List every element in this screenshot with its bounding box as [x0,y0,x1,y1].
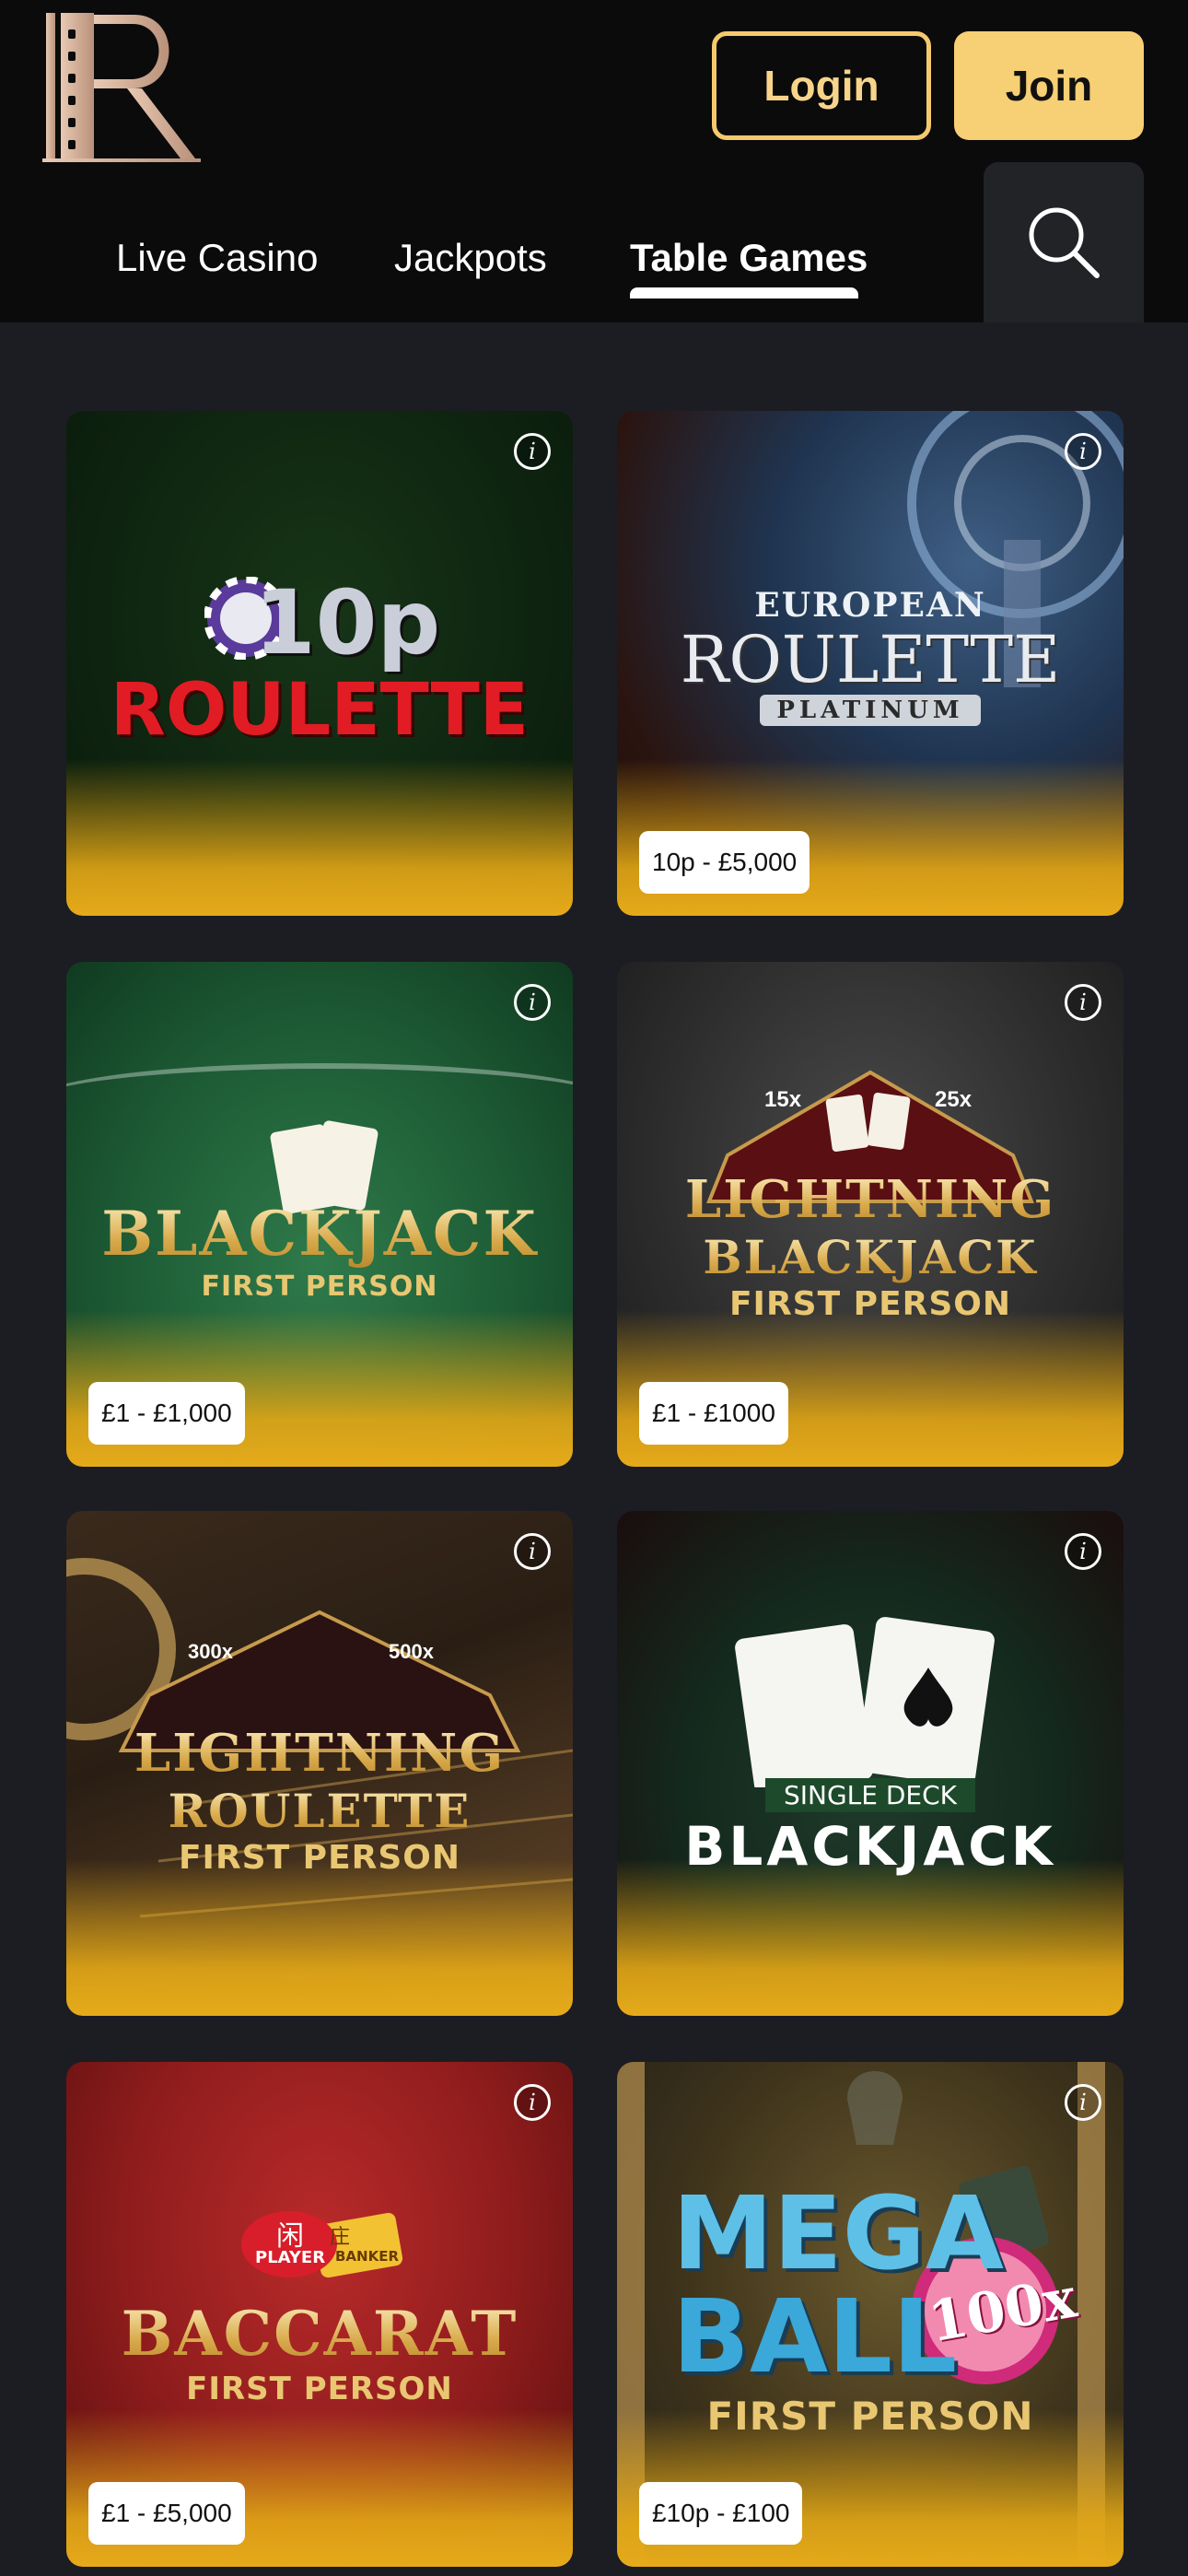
game-title-line: FIRST PERSON [201,1270,438,1303]
info-icon[interactable]: i [1065,433,1101,470]
game-title-line: 10p [253,571,441,674]
multiplier-label: 25x [935,1087,973,1112]
game-title-line: BACCARAT [66,2297,573,2371]
info-icon[interactable]: i [514,984,551,1021]
bet-range-badge: £10p - £100 [639,2482,803,2545]
bet-range-badge: £1 - £1,000 [88,1382,245,1445]
game-title-line: FIRST PERSON [186,2371,453,2407]
game-title-line: FIRST PERSON [178,1839,461,1877]
game-tile-baccarat-first-person[interactable]: 闲 PLAYER 庄 BANKER BACCARAT FIRST PERSON … [66,2062,573,2567]
game-tile-mega-ball[interactable]: MEGA BALL 100x FIRST PERSON i £10p - £10… [617,2062,1124,2567]
game-tile-10p-roulette[interactable]: 10p ROULETTE i [66,411,573,916]
game-title-line: ROULETTE [66,1784,573,1839]
info-icon[interactable]: i [1065,2084,1101,2121]
bet-range-badge: £1 - £1000 [639,1382,788,1445]
info-icon[interactable]: i [514,1533,551,1570]
bet-range-badge: £1 - £5,000 [88,2482,245,2545]
game-tile-blackjack-first-person[interactable]: BLACKJACK FIRST PERSON i £1 - £1,000 [66,962,573,1467]
game-title-line: BLACKJACK [617,1230,1124,1285]
multiplier-label: 500x [389,1640,434,1663]
search-button[interactable] [984,162,1144,322]
bet-range-badge: 10p - £5,000 [639,831,810,894]
banker-label: BANKER [335,2248,400,2265]
banker-glyph: 庄 [330,2226,351,2249]
game-title-line: FIRST PERSON [728,1285,1012,1323]
active-tab-indicator [630,287,858,299]
game-title-line: EUROPEAN [754,586,986,625]
multiplier-label: 15x [764,1087,802,1112]
multiplier-label: 300x [188,1640,233,1663]
game-title-line: BLACKJACK [684,1815,1056,1878]
tab-table-games[interactable]: Table Games [630,236,868,280]
game-title-line: FIRST PERSON [706,2394,1034,2439]
info-icon[interactable]: i [1065,984,1101,1021]
game-tile-lightning-blackjack[interactable]: 15x 25x LIGHTNING BLACKJACK FIRST PERSON… [617,962,1124,1467]
game-tile-single-deck-blackjack[interactable]: SINGLE DECK BLACKJACK i [617,1511,1124,2016]
top-header: Login Join Live Casino Jackpots Table Ga… [0,0,1188,322]
game-title-line: PLATINUM [760,695,981,726]
game-title-line: BLACKJACK [66,1197,573,1270]
game-title-line: ROULETTE [110,669,530,752]
player-label: PLAYER [255,2248,326,2267]
game-title-line: LIGHTNING [66,1723,573,1784]
join-button[interactable]: Join [954,31,1144,140]
game-tile-lightning-roulette[interactable]: 300x 500x LIGHTNING ROULETTE FIRST PERSO… [66,1511,573,2016]
game-tile-european-roulette[interactable]: EUROPEAN ROULETTE PLATINUM i 10p - £5,00… [617,411,1124,916]
logo-icon[interactable] [42,11,201,164]
search-icon [1029,207,1100,278]
info-icon[interactable]: i [514,433,551,470]
game-title-line: ROULETTE [680,622,1061,697]
game-title-line: LIGHTNING [617,1169,1124,1230]
info-icon[interactable]: i [514,2084,551,2121]
player-banker-icon [241,2211,403,2278]
tab-live-casino[interactable]: Live Casino [116,236,318,280]
tab-jackpots[interactable]: Jackpots [394,236,547,280]
info-icon[interactable]: i [1065,1533,1101,1570]
game-title-line: SINGLE DECK [764,1778,976,1812]
login-button[interactable]: Login [712,31,931,140]
cards-icon [735,1617,995,1787]
